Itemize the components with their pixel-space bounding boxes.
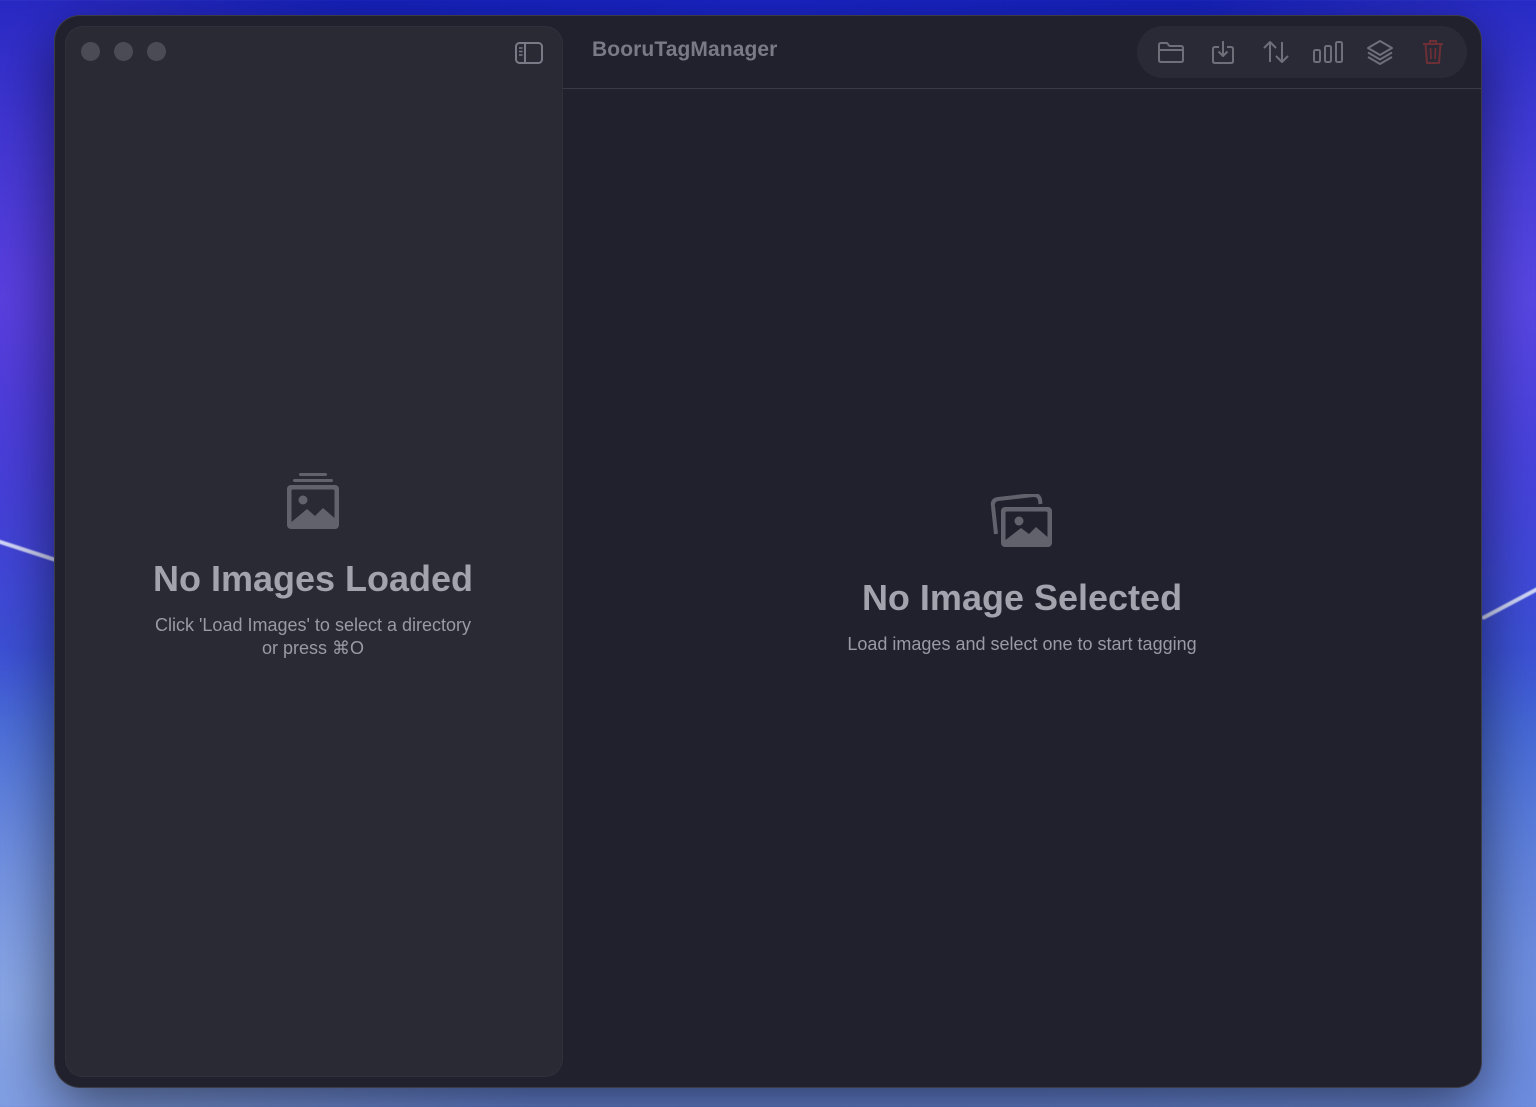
photos-icon xyxy=(990,492,1052,547)
bar-chart-icon xyxy=(1313,41,1344,63)
sidebar-empty-subtitle-line2: or press ⌘O xyxy=(261,638,365,658)
trash-icon xyxy=(1422,40,1443,64)
sidebar-toggle-button[interactable] xyxy=(515,42,543,64)
wallpaper-streak-right xyxy=(1481,583,1536,621)
app-window: BooruTagManager No Images Loaded Click '… xyxy=(54,15,1482,1088)
header-divider xyxy=(563,88,1481,89)
wallpaper-streak-left xyxy=(0,537,59,563)
sort-arrows-icon xyxy=(1263,41,1289,63)
delete-button[interactable] xyxy=(1415,34,1451,70)
layers-button[interactable] xyxy=(1362,34,1398,70)
window-title: BooruTagManager xyxy=(592,38,778,61)
statistics-button[interactable] xyxy=(1310,34,1346,70)
close-window-button[interactable] xyxy=(81,42,100,61)
detail-empty-subtitle: Load images and select one to start tagg… xyxy=(847,634,1197,654)
zoom-window-button[interactable] xyxy=(147,42,166,61)
folder-icon xyxy=(1158,42,1185,63)
download-icon xyxy=(1212,41,1235,64)
sidebar-icon xyxy=(515,42,543,64)
sidebar-empty-subtitle: Click 'Load Images' to select a director… xyxy=(65,614,561,660)
detail-empty-state: No Image Selected Load images and select… xyxy=(563,492,1481,656)
sidebar-empty-subtitle-line1: Click 'Load Images' to select a director… xyxy=(154,615,471,635)
export-button[interactable] xyxy=(1205,34,1241,70)
layers-icon xyxy=(1367,40,1394,65)
sort-button[interactable] xyxy=(1258,34,1294,70)
sidebar-empty-state: No Images Loaded Click 'Load Images' to … xyxy=(65,471,561,660)
open-folder-button[interactable] xyxy=(1153,34,1189,70)
minimize-window-button[interactable] xyxy=(114,42,133,61)
toolbar xyxy=(1137,26,1467,78)
sidebar-empty-title: No Images Loaded xyxy=(152,558,474,599)
photo-stack-icon xyxy=(287,473,339,529)
detail-empty-title: No Image Selected xyxy=(861,577,1183,618)
